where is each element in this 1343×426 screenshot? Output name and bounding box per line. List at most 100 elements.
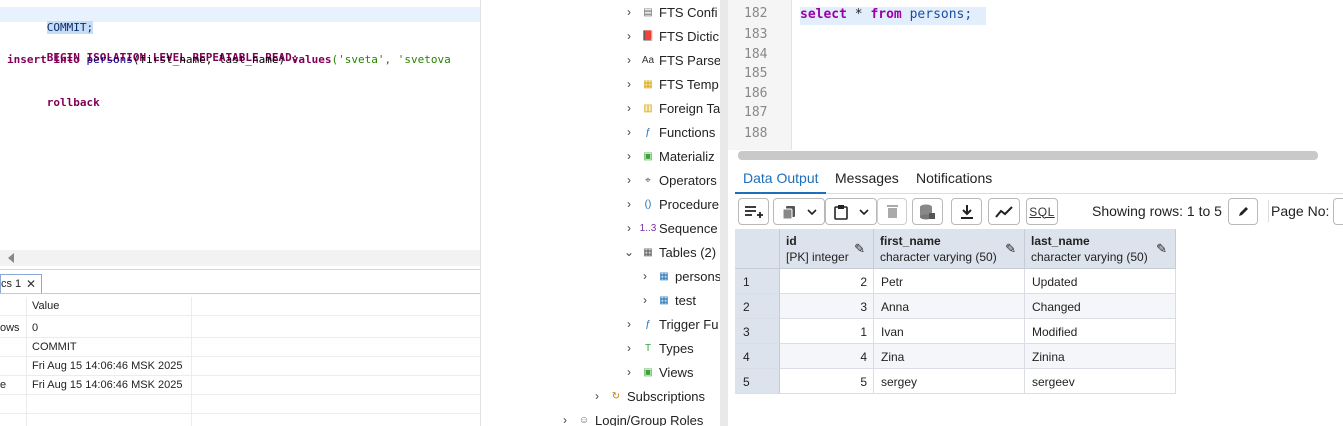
close-icon[interactable]: ✕ bbox=[26, 277, 36, 291]
row-number[interactable]: 4 bbox=[735, 344, 780, 369]
chevron-right-icon[interactable]: › bbox=[622, 365, 636, 379]
tree-item-fts-parse[interactable]: › Aa FTS Parse bbox=[622, 48, 720, 72]
chevron-right-icon[interactable]: › bbox=[622, 101, 636, 115]
pencil-icon bbox=[1238, 207, 1248, 216]
cell-id[interactable]: 2 bbox=[780, 269, 874, 294]
tree-item-operators[interactable]: › ⌖ Operators bbox=[622, 168, 717, 192]
chevron-right-icon[interactable]: › bbox=[638, 269, 652, 283]
editor-horizontal-scrollbar[interactable] bbox=[0, 250, 480, 266]
pencil-icon[interactable]: ✎ bbox=[1005, 241, 1016, 257]
cell-last-name[interactable]: sergeev bbox=[1025, 369, 1176, 394]
chevron-right-icon[interactable]: › bbox=[622, 341, 636, 355]
chevron-right-icon[interactable]: › bbox=[590, 389, 604, 403]
pencil-icon[interactable]: ✎ bbox=[854, 241, 865, 257]
sql-button[interactable]: SQL bbox=[1026, 198, 1058, 225]
cell-first-name[interactable]: Petr bbox=[874, 269, 1025, 294]
cell-first-name[interactable]: Zina bbox=[874, 344, 1025, 369]
table-row[interactable]: 3 1 Ivan Modified bbox=[735, 319, 1176, 344]
row-number[interactable]: 1 bbox=[735, 269, 780, 294]
row-number[interactable]: 2 bbox=[735, 294, 780, 319]
scroll-left-icon[interactable] bbox=[8, 253, 14, 263]
copy-button[interactable] bbox=[773, 198, 825, 225]
pencil-icon[interactable]: ✎ bbox=[1156, 241, 1167, 257]
chevron-down-icon[interactable] bbox=[859, 208, 869, 216]
graph-visualiser-button[interactable] bbox=[988, 198, 1020, 225]
column-header-last-name[interactable]: last_name character varying (50) ✎ bbox=[1025, 229, 1176, 269]
download-button[interactable] bbox=[951, 198, 982, 225]
tree-item-views[interactable]: › ▣ Views bbox=[622, 360, 693, 384]
tree-item-persons[interactable]: › ▦ persons bbox=[638, 264, 720, 288]
tree-item-test[interactable]: › ▦ test bbox=[638, 288, 696, 312]
chevron-right-icon[interactable]: › bbox=[622, 53, 636, 67]
tree-item-functions[interactable]: › ƒ Functions bbox=[622, 120, 715, 144]
chevron-right-icon[interactable]: › bbox=[622, 173, 636, 187]
tree-item-tables-2[interactable]: ⌄ ▦ Tables (2) bbox=[622, 240, 716, 264]
table-row[interactable]: ows 0 bbox=[0, 319, 480, 338]
cell-last-name[interactable]: Updated bbox=[1025, 269, 1176, 294]
code-line-select[interactable]: select * from persons; bbox=[800, 7, 972, 22]
tree-item-types[interactable]: › T Types bbox=[622, 336, 694, 360]
table-row[interactable]: Fri Aug 15 14:06:46 MSK 2025 bbox=[0, 357, 480, 376]
add-row-button[interactable] bbox=[738, 198, 769, 225]
tab-data-output[interactable]: Data Output bbox=[743, 170, 819, 186]
code-line-rollback[interactable]: rollback bbox=[7, 83, 100, 122]
tree-item-trigger-fu[interactable]: › ƒ Trigger Fu bbox=[622, 312, 718, 336]
cell-first-name[interactable]: Ivan bbox=[874, 319, 1025, 344]
chevron-right-icon[interactable]: › bbox=[622, 125, 636, 139]
chevron-right-icon[interactable]: › bbox=[622, 5, 636, 19]
tree-item-materializ[interactable]: › ▣ Materializ bbox=[622, 144, 715, 168]
tab-messages[interactable]: Messages bbox=[835, 170, 899, 186]
tree-item-procedure[interactable]: › () Procedure bbox=[622, 192, 719, 216]
chevron-right-icon[interactable]: › bbox=[622, 197, 636, 211]
row-number[interactable]: 5 bbox=[735, 369, 780, 394]
tree-item-foreign-ta[interactable]: › ▥ Foreign Ta bbox=[622, 96, 720, 120]
chevron-down-icon[interactable]: ⌄ bbox=[622, 245, 636, 259]
tree-scrollbar[interactable] bbox=[720, 0, 728, 426]
panel-divider[interactable] bbox=[0, 269, 480, 270]
table-row[interactable] bbox=[0, 395, 480, 414]
chevron-right-icon[interactable]: › bbox=[622, 77, 636, 91]
chevron-down-icon[interactable] bbox=[807, 208, 817, 216]
query-editor[interactable]: 182 183 184 185 186 187 188 select * fro… bbox=[728, 0, 1343, 150]
tree-item-sequence[interactable]: › 1..3 Sequence bbox=[622, 216, 718, 240]
chevron-right-icon[interactable]: › bbox=[622, 29, 636, 43]
tree-item-fts-dictic[interactable]: › 📕 FTS Dictic bbox=[622, 24, 719, 48]
cell-first-name[interactable]: Anna bbox=[874, 294, 1025, 319]
tree-item-login-group-roles[interactable]: › ☺ Login/Group Roles bbox=[558, 408, 703, 426]
editor-horizontal-scrollbar[interactable] bbox=[738, 151, 1318, 160]
delete-button[interactable] bbox=[877, 198, 907, 225]
tree-item-fts-temp[interactable]: › ▦ FTS Temp bbox=[622, 72, 719, 96]
tree-item-fts-confi[interactable]: › ▤ FTS Confi bbox=[622, 0, 718, 24]
cell-id[interactable]: 1 bbox=[780, 319, 874, 344]
cell-id[interactable]: 4 bbox=[780, 344, 874, 369]
chevron-right-icon[interactable]: › bbox=[622, 221, 636, 235]
chevron-right-icon[interactable]: › bbox=[622, 317, 636, 331]
cell-id[interactable]: 3 bbox=[780, 294, 874, 319]
save-data-button[interactable] bbox=[912, 198, 943, 225]
chevron-right-icon[interactable]: › bbox=[638, 293, 652, 307]
statistics-tab[interactable]: cs 1 ✕ bbox=[0, 274, 42, 294]
table-row[interactable]: COMMIT bbox=[0, 338, 480, 357]
cell-last-name[interactable]: Zinina bbox=[1025, 344, 1176, 369]
page-number-input[interactable] bbox=[1333, 198, 1343, 225]
cell-first-name[interactable]: sergey bbox=[874, 369, 1025, 394]
edit-rows-button[interactable] bbox=[1228, 198, 1258, 225]
paste-button[interactable] bbox=[825, 198, 877, 225]
column-header-id[interactable]: id [PK] integer ✎ bbox=[780, 229, 874, 269]
chevron-right-icon[interactable]: › bbox=[622, 149, 636, 163]
cell-last-name[interactable]: Modified bbox=[1025, 319, 1176, 344]
sql-editor[interactable]: COMMIT; BEGIN ISOLATION LEVEL REPEATABLE… bbox=[0, 0, 480, 250]
cell-last-name[interactable]: Changed bbox=[1025, 294, 1176, 319]
tree-item-subscriptions[interactable]: › ↻ Subscriptions bbox=[590, 384, 705, 408]
table-row[interactable]: 1 2 Petr Updated bbox=[735, 269, 1176, 294]
code-line-insert[interactable]: insert into persons(first_name, last_nam… bbox=[7, 53, 451, 66]
table-row[interactable]: 4 4 Zina Zinina bbox=[735, 344, 1176, 369]
column-header-first-name[interactable]: first_name character varying (50) ✎ bbox=[874, 229, 1025, 269]
table-row[interactable]: 2 3 Anna Changed bbox=[735, 294, 1176, 319]
table-row[interactable]: e Fri Aug 15 14:06:46 MSK 2025 bbox=[0, 376, 480, 395]
tab-notifications[interactable]: Notifications bbox=[916, 170, 992, 186]
chevron-right-icon[interactable]: › bbox=[558, 413, 572, 426]
table-row[interactable]: 5 5 sergey sergeev bbox=[735, 369, 1176, 394]
row-number[interactable]: 3 bbox=[735, 319, 780, 344]
cell-id[interactable]: 5 bbox=[780, 369, 874, 394]
